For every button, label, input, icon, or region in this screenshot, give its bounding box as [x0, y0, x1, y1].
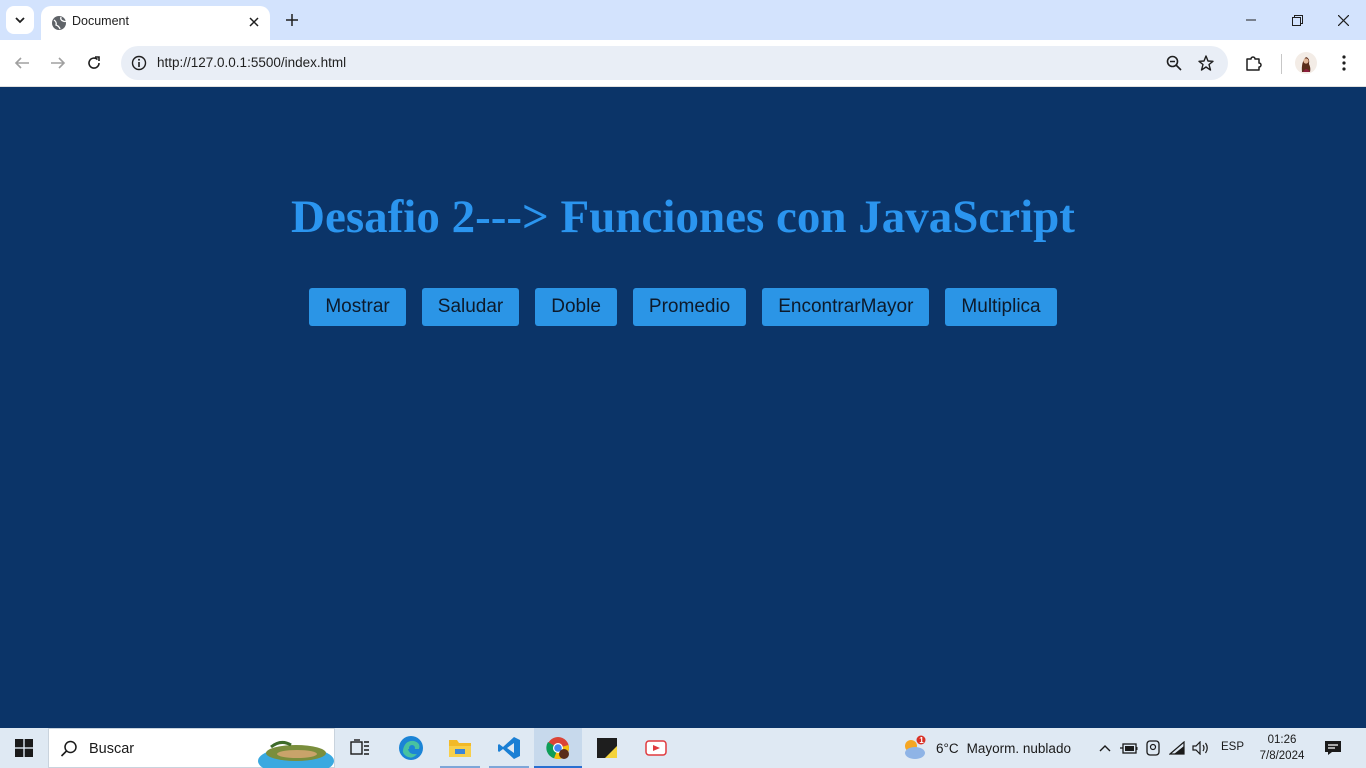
vscode-icon	[498, 737, 520, 759]
extensions-button[interactable]	[1240, 49, 1268, 77]
wifi-icon	[1169, 741, 1185, 755]
restore-button[interactable]	[1274, 0, 1320, 40]
info-icon	[131, 55, 147, 71]
menu-button[interactable]	[1330, 49, 1358, 77]
search-placeholder: Buscar	[89, 741, 135, 757]
arrow-right-icon	[51, 57, 66, 69]
show-hidden-icons-button[interactable]	[1095, 738, 1115, 758]
taskbar-search[interactable]: Buscar	[48, 728, 335, 768]
tab-title: Document	[72, 14, 129, 28]
tab-search-button[interactable]	[6, 6, 34, 34]
weather-widget[interactable]: 1 6°C Mayorm. nublado	[900, 728, 1071, 768]
volume-tray[interactable]	[1191, 738, 1211, 758]
reload-icon	[88, 56, 100, 69]
function-buttons: Mostrar Saludar Doble Promedio Encontrar…	[0, 288, 1366, 326]
start-button[interactable]	[0, 728, 48, 768]
notification-center-button[interactable]	[1322, 738, 1344, 758]
zoom-out-icon	[1166, 55, 1182, 71]
close-icon	[1337, 14, 1349, 26]
browser-tab[interactable]: Document	[41, 6, 270, 40]
vscode-app[interactable]	[485, 728, 533, 768]
new-tab-button[interactable]	[280, 8, 304, 32]
kebab-menu-icon	[1342, 55, 1346, 71]
edge-app[interactable]	[387, 728, 435, 768]
weather-condition: Mayorm. nublado	[966, 740, 1071, 756]
clock[interactable]: 01:26 7/8/2024	[1252, 732, 1312, 764]
back-button[interactable]	[8, 49, 36, 77]
sticky-notes-app[interactable]	[583, 728, 631, 768]
weather-temperature: 6°C	[936, 740, 959, 756]
chrome-app[interactable]	[534, 728, 582, 768]
encontrar-mayor-button[interactable]: EncontrarMayor	[762, 288, 930, 326]
notification-icon	[1325, 741, 1341, 755]
bookmark-button[interactable]	[1194, 51, 1218, 75]
plus-icon	[286, 14, 298, 26]
zoom-button[interactable]	[1162, 51, 1186, 75]
clock-time: 01:26	[1267, 734, 1297, 746]
arrow-left-icon	[14, 57, 29, 69]
minimize-button[interactable]	[1228, 0, 1274, 40]
reload-button[interactable]	[80, 49, 108, 77]
task-view-button[interactable]	[336, 728, 384, 768]
forward-button[interactable]	[44, 49, 72, 77]
sticky-notes-icon	[597, 738, 617, 758]
multiplica-button[interactable]: Multiplica	[945, 288, 1057, 326]
file-explorer-app[interactable]	[436, 728, 484, 768]
search-icon	[60, 740, 77, 757]
profile-button[interactable]	[1292, 49, 1320, 77]
saludar-button[interactable]: Saludar	[421, 288, 520, 326]
folder-icon	[449, 740, 471, 757]
close-icon	[249, 17, 259, 27]
clock-date: 7/8/2024	[1259, 750, 1305, 762]
star-icon	[1198, 55, 1214, 71]
close-window-button[interactable]	[1320, 0, 1366, 40]
address-bar[interactable]: http://127.0.0.1:5500/index.html	[121, 46, 1228, 80]
mostrar-button[interactable]: Mostrar	[309, 288, 406, 326]
url-text[interactable]: http://127.0.0.1:5500/index.html	[157, 55, 346, 70]
minimize-icon	[1246, 19, 1256, 21]
windows-logo-icon	[15, 739, 33, 757]
restore-icon	[1291, 14, 1303, 26]
promedio-button[interactable]: Promedio	[632, 288, 747, 326]
globe-icon	[52, 16, 67, 30]
task-view-icon	[350, 739, 369, 755]
chrome-icon	[546, 737, 569, 760]
meet-now-tray[interactable]	[1143, 738, 1163, 758]
language-indicator[interactable]: ESP	[1221, 741, 1244, 753]
page-title: Desafio 2---> Funciones con JavaScript	[291, 191, 1075, 243]
video-app[interactable]	[632, 728, 680, 768]
search-highlight-illustration	[258, 740, 334, 768]
web-page: Desafio 2---> Funciones con JavaScript M…	[0, 87, 1366, 728]
site-info-button[interactable]	[127, 51, 151, 75]
video-editor-icon	[645, 740, 667, 756]
browser-toolbar: http://127.0.0.1:5500/index.html	[0, 40, 1366, 87]
battery-tray[interactable]	[1119, 738, 1139, 758]
chevron-up-icon	[1099, 745, 1111, 752]
avatar	[1295, 52, 1317, 74]
weather-badge: 1	[919, 736, 924, 745]
puzzle-icon	[1246, 56, 1262, 71]
taskbar: Buscar 1 6°C Mayorm. nublado ESP 01:26 7…	[0, 728, 1366, 768]
toolbar-divider	[1281, 54, 1282, 74]
doble-button[interactable]: Doble	[535, 288, 617, 326]
network-tray[interactable]	[1167, 738, 1187, 758]
camera-icon	[1146, 740, 1160, 756]
edge-icon	[399, 736, 423, 760]
chevron-down-icon	[15, 17, 25, 24]
speaker-icon	[1192, 741, 1208, 755]
tab-close-button[interactable]	[244, 12, 264, 32]
battery-plug-icon	[1120, 743, 1138, 754]
tab-strip: Document	[0, 0, 1366, 40]
